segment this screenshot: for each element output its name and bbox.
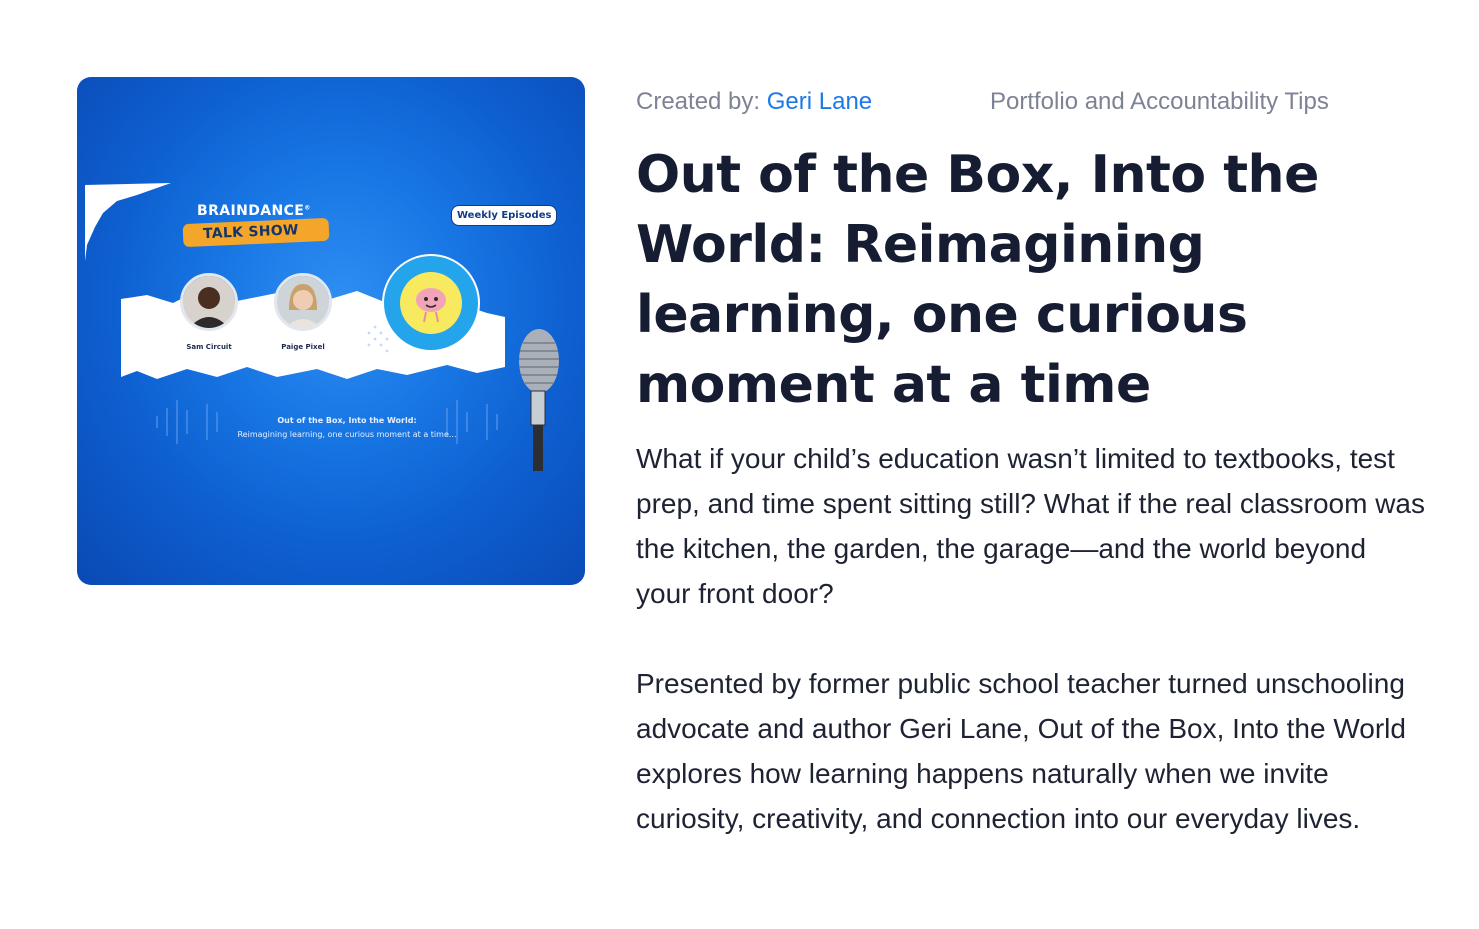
created-by-label: Created by:: [636, 88, 767, 115]
host-sam: Sam Circuit: [174, 273, 244, 351]
host-paige: Paige Pixel: [268, 273, 338, 351]
brain-mascot-icon: [416, 288, 446, 323]
braindance-logo: [382, 254, 480, 352]
cover-caption: Out of the Box, Into the World: Reimagin…: [137, 414, 557, 442]
host-name: Paige Pixel: [281, 343, 325, 351]
description-paragraph: What if your child’s education wasn’t li…: [636, 443, 1426, 609]
episode-description: What if your child’s education wasn’t li…: [636, 436, 1426, 841]
episode-title: Out of the Box, Into the World: Reimagin…: [636, 145, 1319, 415]
episode-cover-image[interactable]: BRAINDANCE® TALK SHOW Weekly Episodes Sa…: [77, 77, 585, 585]
weekly-episodes-badge: Weekly Episodes: [451, 205, 558, 226]
cover-caption-title: Out of the Box, Into the World:: [277, 416, 417, 425]
description-paragraph: Presented by former public school teache…: [636, 668, 1406, 834]
cover-caption-subtitle: Reimagining learning, one curious moment…: [237, 430, 457, 439]
avatar: [180, 273, 238, 331]
show-branding: BRAINDANCE® TALK SHOW: [182, 203, 363, 248]
created-by: Created by: Geri Lane: [636, 88, 872, 116]
category-link[interactable]: Portfolio and Accountability Tips: [990, 88, 1329, 116]
author-link[interactable]: Geri Lane: [767, 88, 872, 115]
brand-name: BRAINDANCE®: [197, 203, 311, 219]
episode-meta: Created by: Geri Lane Portfolio and Acco…: [636, 88, 1436, 118]
talk-show-label: TALK SHOW: [182, 217, 330, 248]
episode-page: BRAINDANCE® TALK SHOW Weekly Episodes Sa…: [0, 0, 1479, 929]
avatar: [274, 273, 332, 331]
host-name: Sam Circuit: [186, 343, 232, 351]
